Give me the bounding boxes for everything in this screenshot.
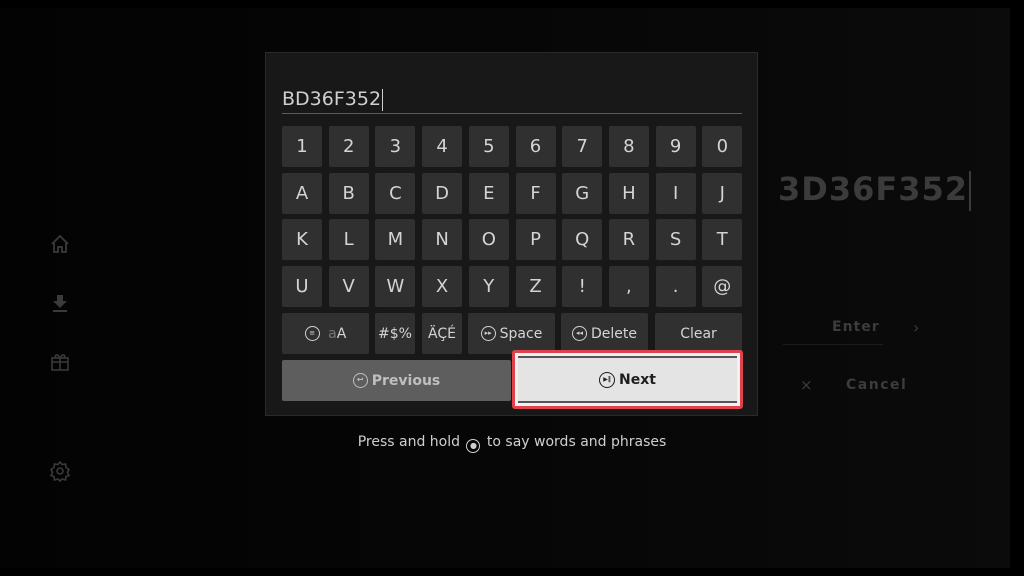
- code-input-field[interactable]: BD36F352: [282, 86, 742, 114]
- key-a[interactable]: A: [282, 172, 322, 214]
- clear-key[interactable]: Clear: [655, 313, 742, 354]
- key-s[interactable]: S: [655, 219, 696, 261]
- gift-icon[interactable]: [49, 350, 71, 372]
- key-symbol[interactable]: !: [562, 266, 603, 308]
- symbols-key[interactable]: #$%: [375, 313, 415, 354]
- key-l[interactable]: L: [328, 219, 369, 261]
- delete-key[interactable]: ◂◂ Delete: [561, 313, 648, 354]
- key-t[interactable]: T: [702, 219, 743, 261]
- key-8[interactable]: 8: [608, 126, 649, 167]
- key-u[interactable]: U: [282, 266, 322, 308]
- background-cancel-label: Cancel: [846, 377, 908, 393]
- key-5[interactable]: 5: [468, 126, 509, 167]
- key-h[interactable]: H: [608, 172, 649, 214]
- key-w[interactable]: W: [375, 266, 416, 308]
- key-symbol[interactable]: @: [702, 266, 743, 308]
- key-z[interactable]: Z: [515, 266, 556, 308]
- rewind-icon: ◂◂: [572, 326, 587, 341]
- download-icon[interactable]: [49, 292, 71, 314]
- key-p[interactable]: P: [515, 219, 556, 261]
- accents-key[interactable]: ÄÇÉ: [422, 313, 462, 354]
- home-icon[interactable]: [49, 233, 71, 255]
- key-d[interactable]: D: [422, 172, 463, 214]
- key-c[interactable]: C: [375, 172, 416, 214]
- key-7[interactable]: 7: [562, 126, 603, 167]
- text-caret: [382, 88, 384, 111]
- key-e[interactable]: E: [468, 172, 509, 214]
- key-j[interactable]: J: [702, 172, 743, 214]
- fast-forward-icon: ▸▸: [480, 326, 496, 341]
- key-symbol[interactable]: .: [655, 266, 696, 308]
- background-enter-label: Enter: [832, 319, 880, 335]
- voice-hint: Press and hold ● to say words and phrase…: [0, 434, 1024, 453]
- key-g[interactable]: G: [562, 172, 603, 214]
- chevron-right-icon: ›: [913, 318, 920, 337]
- microphone-icon: ●: [466, 439, 481, 453]
- key-m[interactable]: M: [375, 219, 416, 261]
- key-3[interactable]: 3: [375, 126, 416, 167]
- key-9[interactable]: 9: [655, 126, 696, 167]
- key-symbol[interactable]: ,: [608, 266, 649, 308]
- key-b[interactable]: B: [328, 172, 369, 214]
- key-r[interactable]: R: [608, 219, 649, 261]
- space-key[interactable]: ▸▸ Space: [468, 313, 555, 354]
- background-code-display: 3D36F352: [778, 170, 972, 211]
- key-2[interactable]: 2: [328, 126, 369, 167]
- key-o[interactable]: O: [468, 219, 509, 261]
- key-f[interactable]: F: [515, 172, 556, 214]
- key-6[interactable]: 6: [515, 126, 556, 167]
- menu-icon: ≡: [304, 326, 320, 341]
- key-x[interactable]: X: [422, 266, 463, 308]
- gear-icon[interactable]: [49, 460, 71, 483]
- play-pause-icon: ▶‖: [599, 371, 616, 388]
- next-button[interactable]: ▶‖ Next: [512, 350, 743, 409]
- key-4[interactable]: 4: [422, 126, 463, 167]
- key-0[interactable]: 0: [702, 126, 743, 167]
- next-button-inner: ▶‖ Next: [518, 356, 737, 403]
- key-k[interactable]: K: [282, 219, 322, 261]
- case-toggle-key[interactable]: ≡ aA: [282, 313, 369, 354]
- code-input-value: BD36F352: [282, 88, 384, 111]
- close-icon: ×: [800, 376, 813, 394]
- key-q[interactable]: Q: [562, 219, 603, 261]
- previous-button[interactable]: ↩ Previous: [282, 360, 511, 401]
- key-1[interactable]: 1: [282, 126, 322, 167]
- key-i[interactable]: I: [655, 172, 696, 214]
- key-y[interactable]: Y: [468, 266, 509, 308]
- key-n[interactable]: N: [422, 219, 463, 261]
- key-v[interactable]: V: [328, 266, 369, 308]
- back-icon: ↩: [352, 373, 368, 388]
